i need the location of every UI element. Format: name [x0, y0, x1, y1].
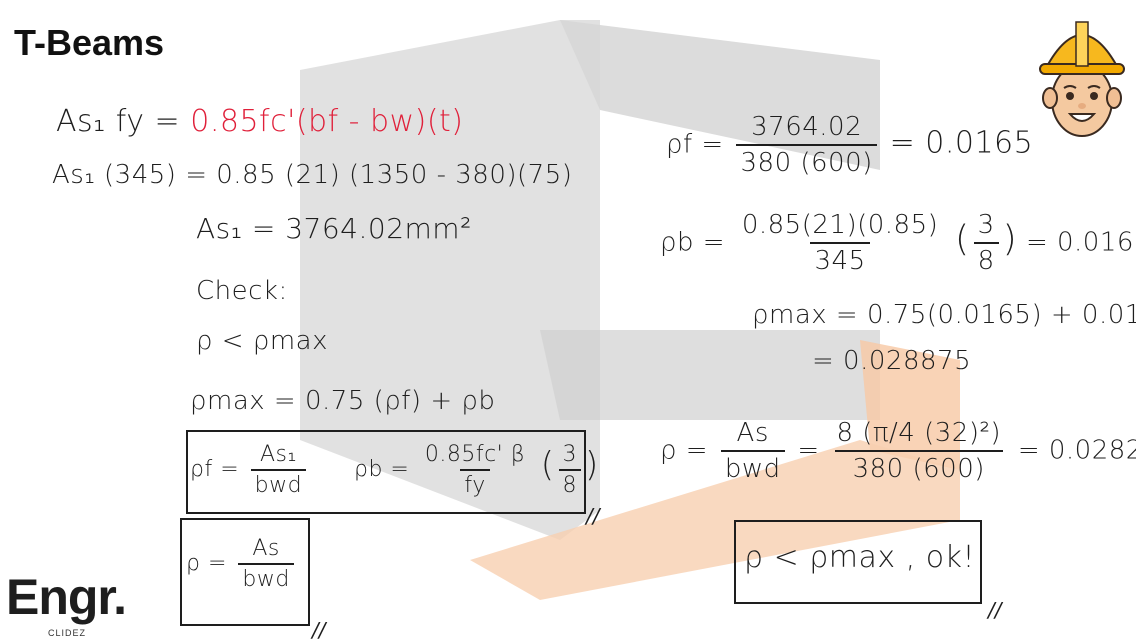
pb-calculation: ρb = 0.85(21)(0.85) 345 ( 3 8 ) = 0.0165 — [660, 210, 1136, 276]
pb-calc-ratio-den: 8 — [973, 242, 999, 276]
done-mark: // — [586, 504, 600, 528]
engr-logo: Engr. — [6, 569, 127, 625]
pf-calc-numerator: 3764.02 — [751, 112, 863, 142]
p-formula: ρ = As bwd — [186, 536, 298, 592]
p-numerator: As — [252, 536, 280, 561]
pf-fraction: As₁ bwd — [250, 442, 307, 498]
check-label: Check: — [196, 276, 288, 306]
eq1-rhs: 0.85fc'(bf - bw)(t) — [190, 104, 464, 139]
pb-calc-ratio-num: 3 — [977, 210, 995, 240]
p-calc-numerator-2: 8 (π/4 (32)²) — [836, 418, 1002, 448]
equation-line-2: As₁ (345) = 0.85 (21) (1350 - 380)(75) — [52, 160, 573, 190]
pf-calc-lhs: ρf = — [666, 129, 724, 160]
pb-calc-fraction: 0.85(21)(0.85) 345 — [738, 210, 942, 276]
p-calc-denominator: bwd — [720, 450, 785, 484]
page-title: T-Beams — [14, 22, 165, 63]
p-calc-eq: = — [797, 435, 820, 466]
pmax-formula: ρmax = 0.75 (ρf) + ρb — [190, 386, 496, 416]
done-mark-2: // — [312, 618, 326, 642]
pb-denominator: fy — [460, 469, 490, 498]
pb-calc-ratio: 3 8 — [973, 210, 999, 276]
check-condition: ρ < ρmax — [196, 326, 328, 356]
pb-calc-result: = 0.0165 — [1025, 227, 1136, 258]
pb-calc-numerator: 0.85(21)(0.85) — [741, 210, 939, 240]
pb-numerator: 0.85fc' β — [424, 442, 526, 467]
pf-calculation: ρf = 3764.02 380 (600) = 0.0165 — [666, 112, 1033, 178]
pb-formula: ρb = 0.85fc' β fy ( 3 8 ) — [354, 442, 599, 498]
p-lhs: ρ = — [186, 551, 227, 576]
equation-line-3: As₁ = 3764.02mm² — [196, 212, 472, 245]
p-calc-denominator-2: 380 (600) — [834, 450, 1003, 484]
pf-numerator: As₁ — [259, 442, 297, 467]
p-fraction: As bwd — [238, 536, 294, 592]
equation-line-1: As₁ fy = 0.85fc'(bf - bw)(t) — [56, 104, 464, 139]
p-calc-fraction: As bwd — [720, 418, 785, 484]
p-calc-numerator: As — [736, 418, 769, 448]
pb-fraction: 0.85fc' β fy — [421, 442, 529, 498]
p-calculation: ρ = As bwd = 8 (π/4 (32)²) 380 (600) = 0… — [660, 418, 1136, 484]
pf-calc-result: = 0.0165 — [889, 125, 1034, 161]
pb-ratio: 3 8 — [558, 442, 582, 498]
engr-logo-subtitle: CLIDEZ — [48, 628, 87, 638]
pf-denominator: bwd — [250, 469, 307, 498]
pf-calc-denominator: 380 (600) — [736, 144, 877, 178]
pf-formula: ρf = As₁ bwd — [190, 442, 310, 498]
pb-ratio-num: 3 — [562, 442, 578, 467]
p-calc-fraction-2: 8 (π/4 (32)²) 380 (600) — [832, 418, 1005, 484]
pmax-calculation: ρmax = 0.75(0.0165) + 0.0165 — [752, 300, 1136, 330]
p-calc-lhs: ρ = — [660, 435, 709, 466]
pf-calc-fraction: 3764.02 380 (600) — [736, 112, 877, 178]
pmax-result: = 0.028875 — [812, 346, 972, 376]
pb-lhs: ρb = — [354, 457, 410, 482]
pb-ratio-den: 8 — [558, 469, 582, 498]
p-denominator: bwd — [238, 563, 294, 592]
engineer-avatar-icon — [1039, 21, 1125, 137]
conclusion-text: ρ < ρmax , ok! — [744, 540, 976, 575]
eq1-lhs: As₁ fy = — [56, 104, 181, 139]
p-calc-result: = 0.0282 — [1017, 435, 1136, 466]
pf-lhs: ρf = — [190, 457, 240, 482]
pb-calc-denominator: 345 — [810, 242, 870, 276]
pb-calc-lhs: ρb = — [660, 227, 726, 258]
done-mark-3: // — [988, 598, 1002, 622]
